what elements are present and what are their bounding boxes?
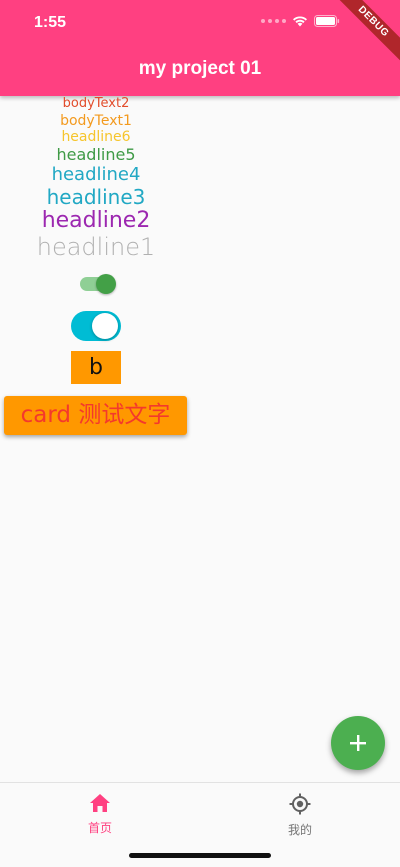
material-switch[interactable] xyxy=(80,274,116,294)
switch-thumb xyxy=(96,274,116,294)
text-headline1: headline1 xyxy=(36,233,156,261)
switch-thumb xyxy=(92,313,118,339)
fab-add-button[interactable] xyxy=(331,716,385,770)
nav-label-mine: 我的 xyxy=(287,823,312,837)
status-icons xyxy=(261,15,340,27)
nav-label-home: 首页 xyxy=(87,821,112,835)
debug-banner: DEBUG xyxy=(328,0,400,67)
nav-item-home[interactable]: 首页 xyxy=(60,793,140,836)
text-headline2: headline2 xyxy=(41,208,151,233)
text-headline4: headline4 xyxy=(51,164,141,185)
cupertino-switch[interactable] xyxy=(71,311,121,341)
test-card: card 测试文字 xyxy=(4,396,187,435)
app-bar: 1:55 my project 01 DEBUG xyxy=(0,0,400,96)
orange-box: b xyxy=(71,351,121,384)
add-icon xyxy=(350,735,366,751)
text-bodytext1: bodyText1 xyxy=(60,113,132,129)
wifi-icon xyxy=(293,16,307,27)
battery-icon xyxy=(314,15,340,27)
home-icon xyxy=(90,794,110,812)
nav-item-mine[interactable]: 我的 xyxy=(260,793,340,838)
text-headline5: headline5 xyxy=(56,145,136,164)
text-headline3: headline3 xyxy=(46,185,146,209)
status-time: 1:55 xyxy=(34,14,67,31)
cellular-icon xyxy=(261,19,286,23)
home-indicator xyxy=(129,853,271,858)
text-bodytext2: bodyText2 xyxy=(62,96,130,111)
my-location-icon xyxy=(289,793,311,815)
text-headline6: headline6 xyxy=(61,129,131,145)
app-title: my project 01 xyxy=(138,58,262,79)
